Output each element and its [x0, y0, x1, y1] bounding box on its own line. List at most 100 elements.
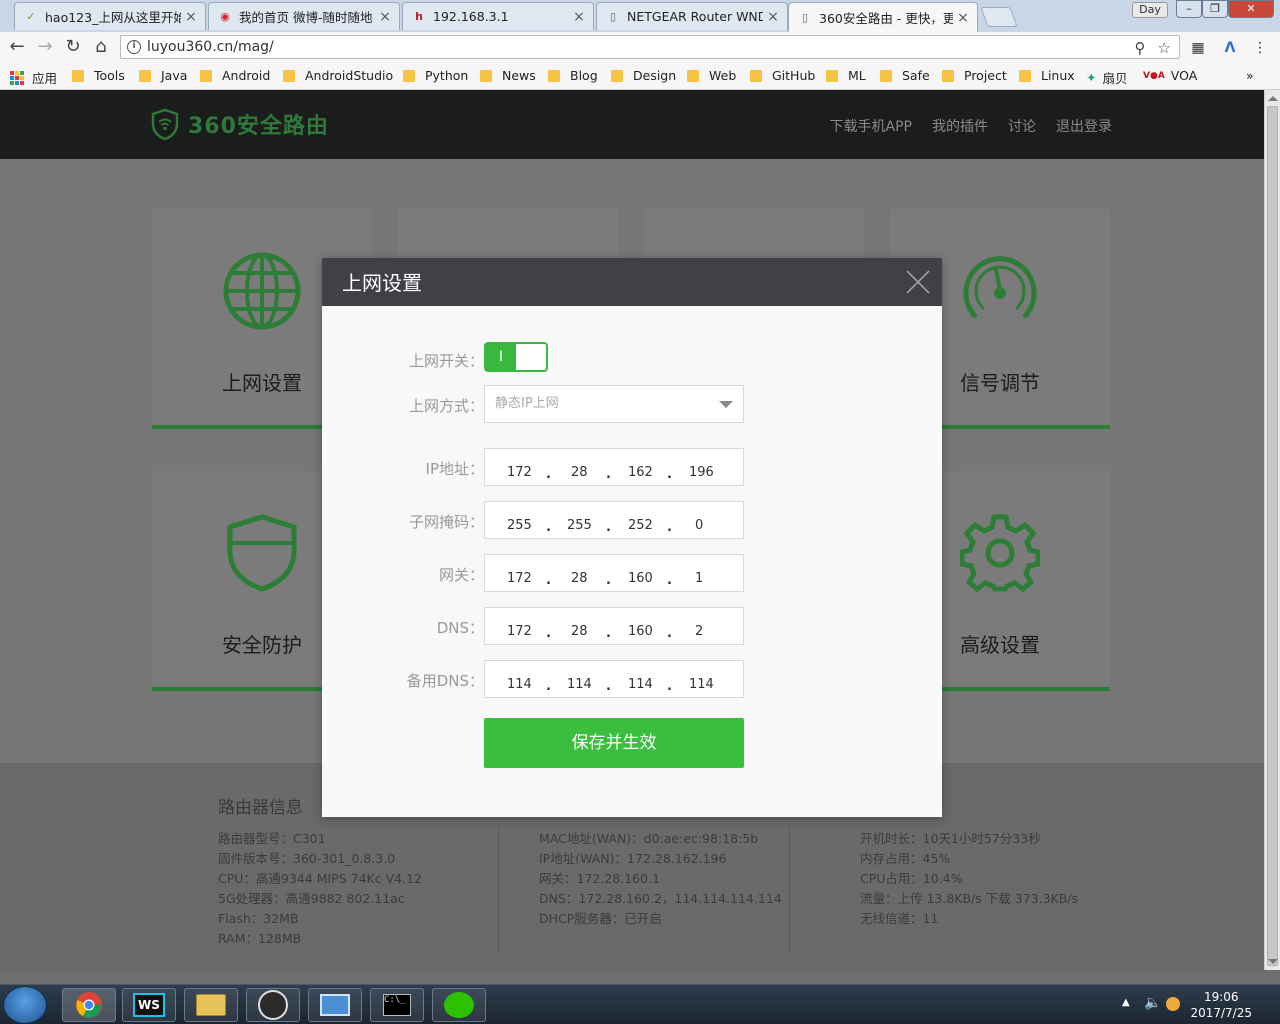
- ip-octet[interactable]: 114: [628, 677, 653, 692]
- dns2-label: 备用DNS：: [406, 672, 484, 690]
- taskbar: WS C:\_ ▲ 🔈 19:06 2017/7/25: [0, 984, 1280, 1024]
- close-window-button[interactable]: ✕: [1228, 0, 1274, 18]
- tab-360[interactable]: ▯ 360安全路由 - 更快，更 ×: [788, 2, 978, 32]
- ip-octet[interactable]: 196: [689, 465, 714, 480]
- clock[interactable]: 19:06 2017/7/25: [1190, 989, 1252, 1021]
- close-icon[interactable]: ×: [767, 9, 779, 25]
- bookmark-folder[interactable]: Web: [687, 68, 736, 83]
- ip-octet[interactable]: 28: [571, 624, 588, 639]
- taskbar-remote-desktop[interactable]: [308, 988, 362, 1022]
- tab-huawei[interactable]: h 192.168.3.1 ×: [402, 2, 594, 30]
- taskbar-webstorm[interactable]: WS: [122, 988, 176, 1022]
- tab-netgear[interactable]: ▯ NETGEAR Router WND ×: [596, 2, 788, 30]
- nav-my-plugins[interactable]: 我的插件: [932, 116, 988, 136]
- ip-octet[interactable]: 0: [695, 518, 703, 533]
- bookmark-folder[interactable]: AndroidStudio: [283, 68, 393, 83]
- back-icon[interactable]: ←: [5, 35, 29, 59]
- show-hidden-icons[interactable]: ▲: [1122, 997, 1130, 1008]
- taskbar-explorer[interactable]: [184, 988, 238, 1022]
- ip-octet[interactable]: 114: [689, 677, 714, 692]
- network-icon[interactable]: [1166, 997, 1180, 1011]
- close-icon[interactable]: ×: [185, 9, 197, 25]
- ip-octet[interactable]: 28: [571, 465, 588, 480]
- close-icon[interactable]: ×: [957, 10, 969, 26]
- bookmark-folder[interactable]: Project: [942, 68, 1007, 83]
- star-icon[interactable]: ☆: [1158, 39, 1171, 57]
- tab-weibo[interactable]: ◉ 我的首页 微博-随时随地 ×: [208, 2, 400, 30]
- extension-icon[interactable]: Λ: [1220, 38, 1240, 58]
- backup-dns-field[interactable]: 114 . 114 . 114 . 114: [484, 660, 744, 698]
- ip-octet[interactable]: 255: [567, 518, 592, 533]
- bookmark-folder[interactable]: Design: [611, 68, 676, 83]
- qr-code-icon[interactable]: ▦: [1188, 38, 1208, 58]
- ip-octet[interactable]: 28: [571, 571, 588, 586]
- taskbar-photo[interactable]: [246, 988, 300, 1022]
- bookmark-folder[interactable]: Tools: [72, 68, 125, 83]
- forward-icon[interactable]: →: [33, 35, 57, 59]
- new-tab-button[interactable]: [980, 7, 1018, 27]
- bookmark-shanbay[interactable]: ✦ 扇贝: [1086, 68, 1128, 87]
- bookmark-folder[interactable]: Safe: [880, 68, 930, 83]
- pin-icon[interactable]: ⚲: [1135, 39, 1146, 57]
- ip-octet[interactable]: 172: [507, 571, 532, 586]
- restore-button[interactable]: ❐: [1202, 0, 1228, 18]
- nav-logout[interactable]: 退出登录: [1056, 116, 1112, 136]
- connection-mode-select[interactable]: 静态IP上网: [484, 385, 744, 423]
- bookmark-voa[interactable]: V●A VOA: [1143, 68, 1197, 83]
- subnet-mask-field[interactable]: 255 . 255 . 252 . 0: [484, 501, 744, 539]
- ip-octet[interactable]: 114: [507, 677, 532, 692]
- save-apply-button[interactable]: 保存并生效: [484, 718, 744, 768]
- nav-discuss[interactable]: 讨论: [1008, 116, 1036, 136]
- page-scrollbar[interactable]: [1264, 90, 1280, 970]
- ip-octet[interactable]: 114: [567, 677, 592, 692]
- taskbar-cmd[interactable]: C:\_: [370, 988, 424, 1022]
- ip-octet[interactable]: 160: [628, 624, 653, 639]
- taskbar-wechat[interactable]: [432, 988, 486, 1022]
- ip-octet[interactable]: 2: [695, 624, 703, 639]
- close-icon[interactable]: [906, 270, 930, 294]
- nav-download-app[interactable]: 下载手机APP: [830, 116, 912, 136]
- bookmark-folder[interactable]: News: [480, 68, 536, 83]
- reload-icon[interactable]: ↻: [61, 35, 85, 59]
- hao123-icon: ✓: [26, 10, 36, 23]
- ip-octet[interactable]: 160: [628, 571, 653, 586]
- ip-octet[interactable]: 162: [628, 465, 653, 480]
- ip-address-field[interactable]: 172 . 28 . 162 . 196: [484, 448, 744, 486]
- bookmark-folder[interactable]: Java: [139, 68, 187, 83]
- bookmarks-overflow[interactable]: »: [1246, 68, 1254, 83]
- menu-icon[interactable]: ⋮: [1250, 38, 1270, 58]
- taskbar-chrome[interactable]: [62, 988, 116, 1022]
- ip-octet[interactable]: 172: [507, 465, 532, 480]
- ip-octet[interactable]: 172: [507, 624, 532, 639]
- bookmark-folder[interactable]: Android: [200, 68, 270, 83]
- bookmark-label: Linux: [1041, 68, 1075, 83]
- bookmark-folder[interactable]: ML: [826, 68, 866, 83]
- dns-field[interactable]: 172 . 28 . 160 . 2: [484, 607, 744, 645]
- scroll-up-icon[interactable]: [1268, 96, 1278, 101]
- start-button[interactable]: [3, 986, 47, 1024]
- bookmark-apps[interactable]: 应用: [10, 68, 57, 87]
- tab-hao123[interactable]: ✓ hao123_上网从这里开始 ×: [14, 2, 206, 30]
- bookmarks-bar: 应用 Tools Java Android AndroidStudio Pyth…: [0, 62, 1280, 90]
- ip-octet[interactable]: 1: [695, 571, 703, 586]
- site-logo[interactable]: 360安全路由: [150, 108, 329, 140]
- minimize-button[interactable]: –: [1176, 0, 1202, 18]
- bookmark-folder[interactable]: GitHub: [750, 68, 815, 83]
- home-icon[interactable]: ⌂: [89, 35, 113, 59]
- volume-icon[interactable]: 🔈: [1144, 995, 1161, 1011]
- close-icon[interactable]: ×: [379, 9, 391, 25]
- bookmark-folder[interactable]: Blog: [548, 68, 598, 83]
- bookmark-folder[interactable]: Python: [403, 68, 468, 83]
- bookmark-label: AndroidStudio: [305, 68, 394, 83]
- internet-toggle[interactable]: I: [484, 342, 548, 372]
- gateway-field[interactable]: 172 . 28 . 160 . 1: [484, 554, 744, 592]
- ip-octet[interactable]: 255: [507, 518, 532, 533]
- bookmark-folder[interactable]: Linux: [1019, 68, 1075, 83]
- scroll-thumb[interactable]: [1267, 106, 1278, 966]
- scroll-down-icon[interactable]: [1268, 959, 1278, 964]
- address-bar[interactable]: i luyou360.cn/mag/ ⚲ ☆: [120, 35, 1180, 59]
- ip-octet[interactable]: 252: [628, 518, 653, 533]
- close-icon[interactable]: ×: [573, 9, 585, 25]
- info-icon[interactable]: i: [127, 40, 141, 54]
- folder-icon: [200, 69, 212, 82]
